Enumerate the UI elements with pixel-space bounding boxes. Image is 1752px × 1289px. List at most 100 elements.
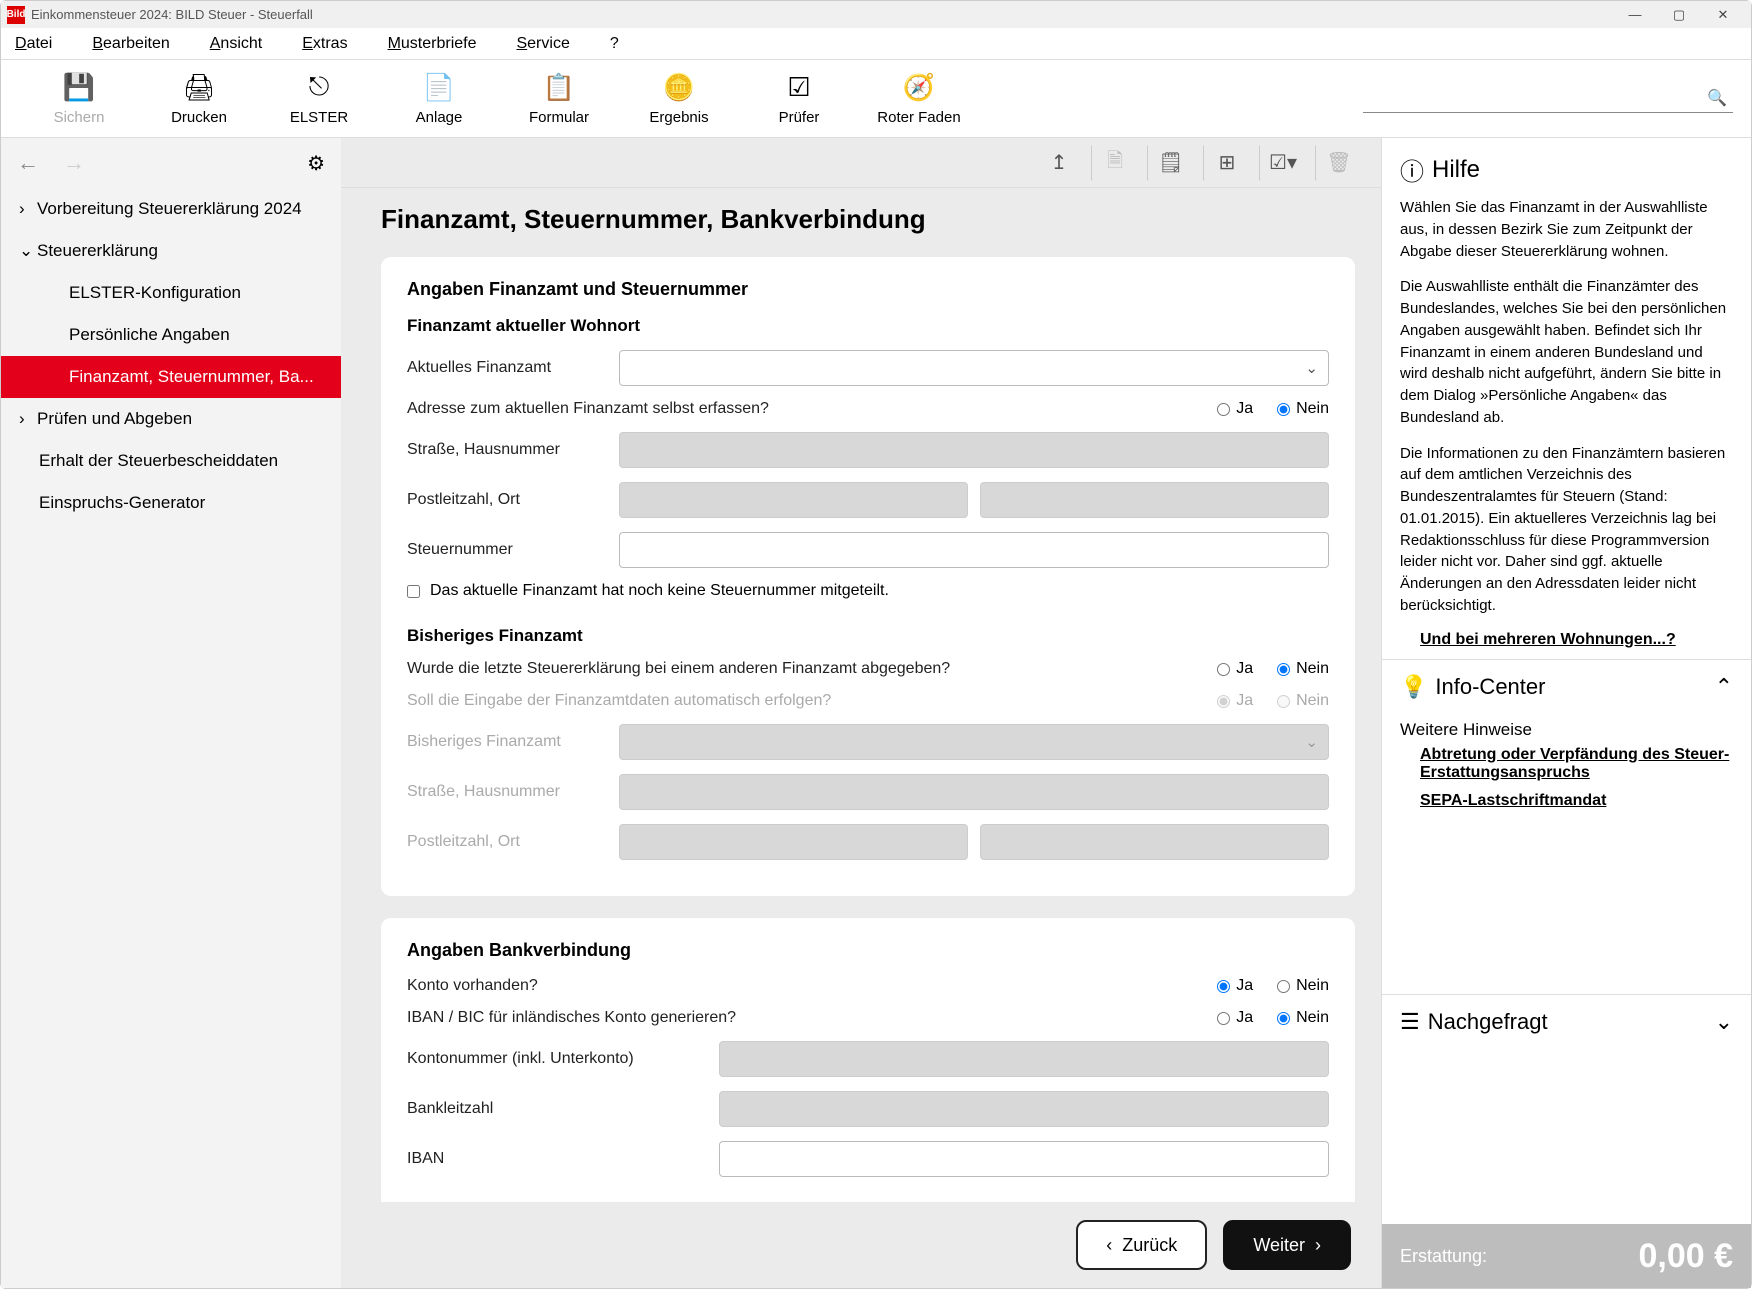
menu-service[interactable]: Service — [516, 35, 569, 53]
menu-ansicht[interactable]: Ansicht — [210, 35, 262, 53]
label-letzte-anderes: Wurde die letzte Steuererklärung bei ein… — [407, 660, 1205, 678]
refund-value: 0,00 € — [1638, 1237, 1733, 1276]
bulb-icon: 💡 — [1400, 674, 1427, 700]
toolbar-roter-faden[interactable]: 🧭Roter Faden — [859, 72, 979, 126]
toolbar-anlage[interactable]: 📄Anlage — [379, 72, 499, 126]
tree-vorbereitung[interactable]: ›Vorbereitung Steuererklärung 2024 — [1, 188, 341, 230]
tree-erhalt[interactable]: Erhalt der Steuerbescheiddaten — [1, 440, 341, 482]
label-steuernummer: Steuernummer — [407, 541, 607, 559]
refund-label: Erstattung: — [1400, 1246, 1487, 1267]
label-plz2: Postleitzahl, Ort — [407, 833, 607, 851]
nachgefragt-header[interactable]: ☰Nachgefragt⌄ — [1382, 994, 1751, 1049]
main-calc-button[interactable]: ⊞ — [1203, 145, 1251, 181]
section-finanzamt-title: Angaben Finanzamt und Steuernummer — [407, 279, 1329, 300]
toolbar-ergebnis[interactable]: 🪙Ergebnis — [619, 72, 739, 126]
toolbar-pruefer[interactable]: ☑Prüfer — [739, 72, 859, 126]
chevron-down-icon: ⌄ — [19, 241, 31, 261]
toolbar-formular[interactable]: 📋Formular — [499, 72, 619, 126]
nav-settings-icon[interactable]: ⚙ — [307, 151, 325, 176]
input-ort2 — [980, 824, 1329, 860]
main-up-button[interactable]: ↥ — [1035, 145, 1083, 181]
help-link-wohnungen[interactable]: Und bei mehreren Wohnungen...? — [1382, 631, 1751, 659]
help-p1: Wählen Sie das Finanzamt in der Auswahll… — [1382, 197, 1751, 276]
radio-auto-ja: Ja — [1217, 692, 1253, 710]
tree-steuererklaerung[interactable]: ⌄Steuererklärung — [1, 230, 341, 272]
tree-elster[interactable]: ELSTER-Konfiguration — [1, 272, 341, 314]
nav-forward: → — [63, 150, 85, 176]
toolbar-search[interactable]: 🔍 — [1363, 84, 1733, 113]
radio-konto-ja[interactable]: Ja — [1217, 977, 1253, 995]
checkbox-no-stnr[interactable] — [407, 585, 420, 598]
main-check-button[interactable]: ☑▾ — [1259, 145, 1307, 181]
menu-help[interactable]: ? — [610, 35, 619, 53]
input-ort — [980, 482, 1329, 518]
main-delete-button[interactable]: 🗑 — [1315, 145, 1363, 181]
input-kontonr — [719, 1041, 1329, 1077]
nav-back[interactable]: ← — [17, 150, 39, 176]
add-page-icon: 📄 — [423, 72, 455, 103]
maximize-button[interactable]: ▢ — [1657, 1, 1701, 28]
main-page-button[interactable]: 🗎 — [1091, 145, 1139, 181]
subhead-aktuell: Finanzamt aktueller Wohnort — [407, 316, 1329, 336]
close-button[interactable]: ✕ — [1701, 1, 1745, 28]
minimize-button[interactable]: — — [1613, 1, 1657, 28]
info-center-header[interactable]: 💡Info-Center⌃ — [1382, 659, 1751, 714]
elster-icon: ⎋ — [309, 71, 330, 103]
help-p3: Die Informationen zu den Finanzämtern ba… — [1382, 443, 1751, 631]
radio-ibanbic-nein[interactable]: Nein — [1277, 1009, 1329, 1027]
label-plz: Postleitzahl, Ort — [407, 491, 607, 509]
info-link-sepa[interactable]: SEPA-Lastschriftmandat — [1382, 792, 1751, 820]
menu-bearbeiten[interactable]: Bearbeiten — [92, 35, 169, 53]
card-finanzamt: Angaben Finanzamt und Steuernummer Finan… — [381, 257, 1355, 896]
form-icon: 📋 — [543, 72, 575, 103]
back-button[interactable]: ‹Zurück — [1076, 1220, 1207, 1270]
tree-persoenlich[interactable]: Persönliche Angaben — [1, 314, 341, 356]
tree-pruefen[interactable]: ›Prüfen und Abgeben — [1, 398, 341, 440]
subhead-bisherig: Bisheriges Finanzamt — [407, 626, 1329, 646]
info-link-abtretung[interactable]: Abtretung oder Verpfändung des Steuer-Er… — [1382, 746, 1751, 792]
info-hinweise: Weitere Hinweise — [1382, 714, 1751, 746]
toolbar-elster[interactable]: ⎋ELSTER — [259, 71, 379, 126]
toolbar-sichern: 💾Sichern — [19, 72, 139, 126]
next-button[interactable]: Weiter› — [1223, 1220, 1351, 1270]
label-iban: IBAN — [407, 1150, 707, 1168]
radio-letzte-ja[interactable]: Ja — [1217, 660, 1253, 678]
chevron-down-icon: ⌄ — [1305, 733, 1318, 751]
input-plz — [619, 482, 968, 518]
menu-extras[interactable]: Extras — [302, 35, 347, 53]
menu-datei[interactable]: Datei — [15, 35, 52, 53]
select-aktuelles-finanzamt[interactable]: ⌄ — [619, 350, 1329, 386]
save-icon: 💾 — [63, 72, 95, 103]
radio-adresse-ja[interactable]: Ja — [1217, 400, 1253, 418]
tree-einspruch[interactable]: Einspruchs-Generator — [1, 482, 341, 524]
print-icon: 🖨 — [182, 72, 215, 103]
label-aktuelles-finanzamt: Aktuelles Finanzamt — [407, 359, 607, 377]
input-blz — [719, 1091, 1329, 1127]
radio-ibanbic-ja[interactable]: Ja — [1217, 1009, 1253, 1027]
label-ibanbic: IBAN / BIC für inländisches Konto generi… — [407, 1009, 1205, 1027]
chevron-left-icon: ‹ — [1106, 1235, 1112, 1256]
chevron-down-icon: ⌄ — [1715, 1009, 1733, 1035]
main-notes-button[interactable]: 🗒 — [1147, 145, 1195, 181]
chevron-right-icon: › — [1315, 1235, 1321, 1256]
radio-konto-nein[interactable]: Nein — [1277, 977, 1329, 995]
toolbar-drucken[interactable]: 🖨Drucken — [139, 72, 259, 126]
tree-finanzamt[interactable]: Finanzamt, Steuernummer, Ba... — [1, 356, 341, 398]
radio-auto-nein: Nein — [1277, 692, 1329, 710]
input-iban[interactable] — [719, 1141, 1329, 1177]
help-title: Hilfe — [1432, 156, 1480, 184]
label-blz: Bankleitzahl — [407, 1100, 707, 1118]
radio-adresse-nein[interactable]: Nein — [1277, 400, 1329, 418]
menu-musterbriefe[interactable]: Musterbriefe — [388, 35, 477, 53]
input-steuernummer[interactable] — [619, 532, 1329, 568]
toolbar: 💾Sichern 🖨Drucken ⎋ELSTER 📄Anlage 📋Formu… — [1, 60, 1751, 138]
label-no-stnr: Das aktuelle Finanzamt hat noch keine St… — [430, 582, 889, 600]
page-title: Finanzamt, Steuernummer, Bankverbindung — [381, 204, 1355, 235]
card-bank: Angaben Bankverbindung Konto vorhanden? … — [381, 918, 1355, 1202]
main: ↥ 🗎 🗒 ⊞ ☑▾ 🗑 Finanzamt, Steuernummer, Ba… — [341, 138, 1381, 1288]
label-adresse-selbst: Adresse zum aktuellen Finanzamt selbst e… — [407, 400, 1205, 418]
refund-bar: Erstattung: 0,00 € — [1382, 1224, 1751, 1288]
radio-letzte-nein[interactable]: Nein — [1277, 660, 1329, 678]
input-strasse2 — [619, 774, 1329, 810]
coins-icon: 🪙 — [663, 72, 695, 103]
